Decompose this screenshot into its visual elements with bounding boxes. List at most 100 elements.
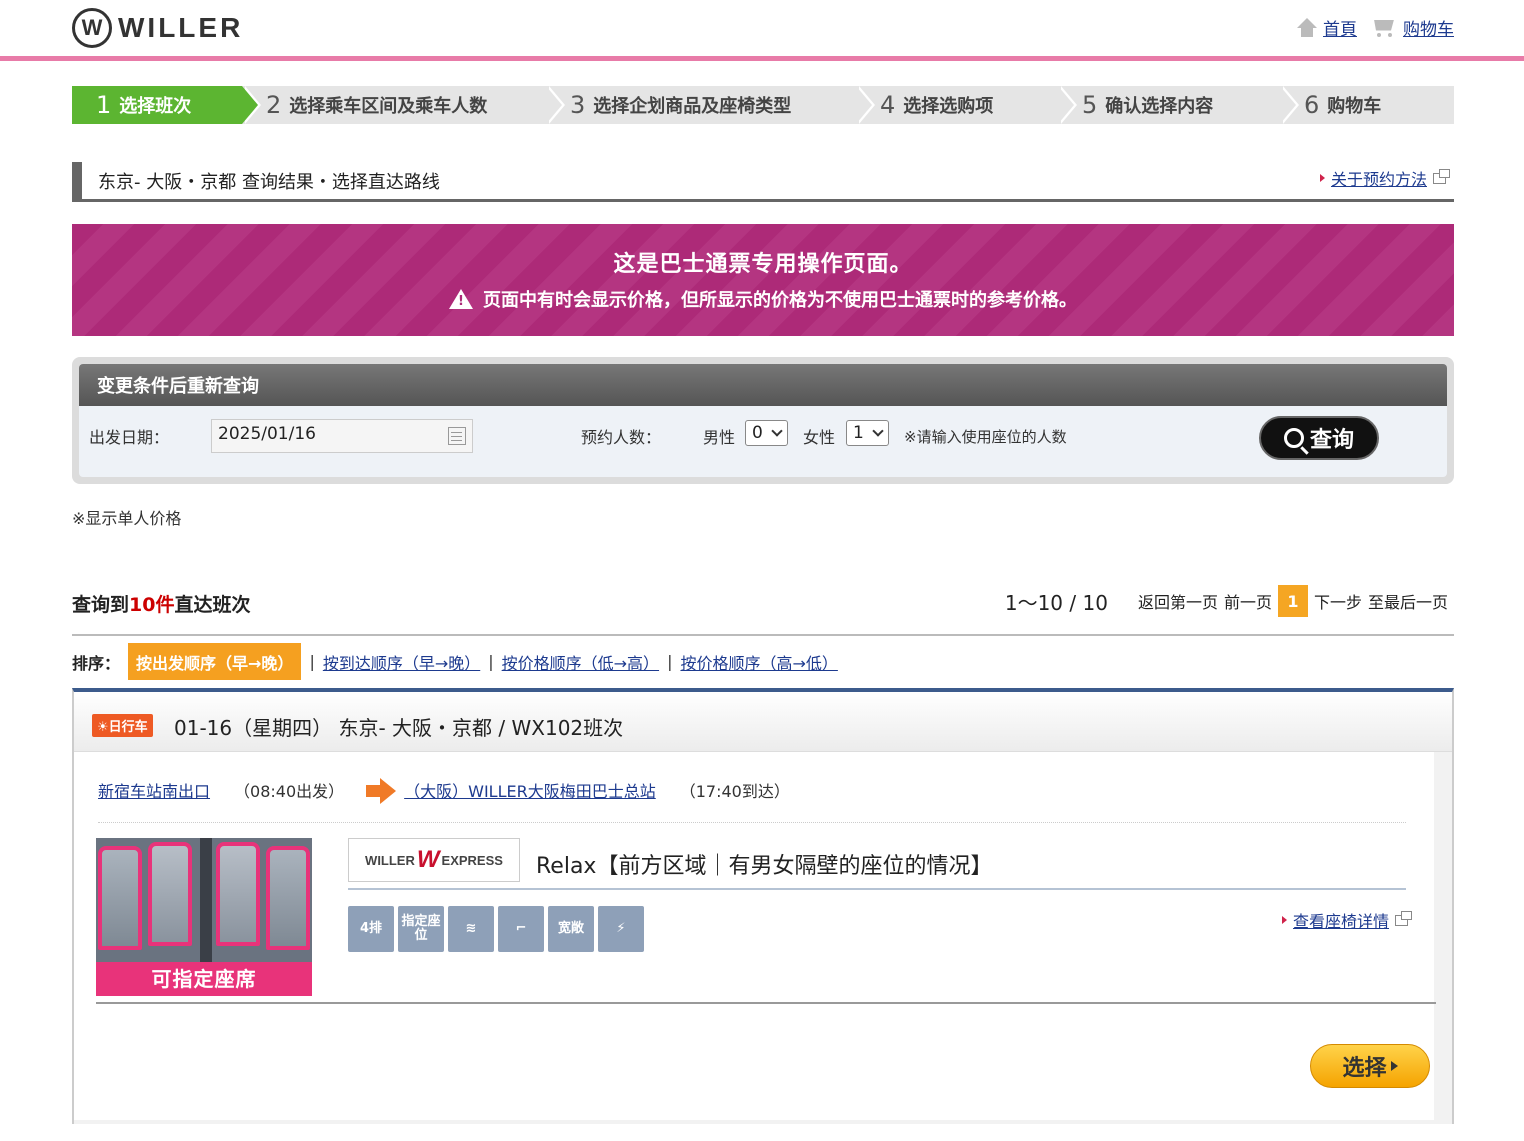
male-label: 男性 bbox=[703, 428, 736, 447]
date-value: 2025/01/16 bbox=[218, 424, 316, 444]
step-4: 4 选择选购项 bbox=[856, 86, 1077, 124]
step-2: 2 选择乘车区间及乘车人数 bbox=[242, 86, 565, 124]
bullet-icon bbox=[1281, 916, 1287, 924]
step-3: 3 选择企划商品及座椅类型 bbox=[546, 86, 875, 124]
cart-link-wrap: 购物车 bbox=[1371, 15, 1454, 40]
pagination: 1～10 / 10 返回第一页 前一页 1 下一步 至最后一页 bbox=[1005, 585, 1448, 617]
sort-price-asc[interactable]: 按价格顺序（低→高） bbox=[502, 650, 659, 674]
sort-arrive-asc[interactable]: 按到达顺序（早→晚） bbox=[323, 650, 480, 674]
banner-heading: 这是巴士通票专用操作页面。 bbox=[613, 252, 913, 277]
four-row-icon: 4排 bbox=[348, 906, 394, 952]
help-link-wrap: 关于预约方法 bbox=[1319, 166, 1450, 190]
last-page-link[interactable]: 至最后一页 bbox=[1368, 589, 1448, 613]
image-caption: 可指定座席 bbox=[96, 962, 312, 996]
site-header: W WILLER 首頁 购物车 bbox=[0, 0, 1524, 56]
first-page-link[interactable]: 返回第一页 bbox=[1138, 589, 1218, 613]
male-count-select[interactable]: 0 bbox=[745, 420, 788, 446]
sort-bar: 排序： 按出发顺序（早→晚） | 按到达顺序（早→晚） | 按价格顺序（低→高）… bbox=[72, 643, 838, 680]
search-panel: 变更条件后重新查询 出发日期： 2025/01/16 预约人数： 男性 0 女性… bbox=[72, 357, 1454, 484]
reclining-seat-icon: ⌐ bbox=[498, 906, 544, 952]
external-window-icon bbox=[1395, 910, 1412, 926]
blanket-icon: ≋ bbox=[448, 906, 494, 952]
search-icon bbox=[1283, 428, 1304, 448]
home-link-wrap: 首頁 bbox=[1297, 15, 1357, 40]
departure-stop-link[interactable]: 新宿车站南出口 bbox=[98, 778, 210, 802]
step-1: 1 选择班次 bbox=[72, 86, 261, 124]
select-button-label: 选择 bbox=[1342, 1056, 1387, 1081]
plan-name: Relax【前方区域｜有男女隔壁的座位的情况】 bbox=[536, 854, 993, 879]
chevron-down-icon bbox=[872, 425, 884, 437]
trip-card-header: ☀日行车 01-16（星期四） 东京- 大阪・京都 / WX102班次 bbox=[74, 692, 1452, 752]
arrival-time: （17:40到达） bbox=[679, 782, 790, 801]
search-row: 出发日期： 2025/01/16 预约人数： 男性 0 女性 1 ※请输入使用座… bbox=[79, 410, 1447, 460]
sort-depart-asc[interactable]: 按出发顺序（早→晚） bbox=[128, 643, 302, 680]
step-label: 购物车 bbox=[1327, 96, 1382, 117]
trip-card-body: 新宿车站南出口 （08:40出发） （大阪）WILLER大阪梅田巴士总站 （17… bbox=[74, 752, 1452, 1124]
home-link[interactable]: 首頁 bbox=[1323, 15, 1357, 40]
search-button-label: 查询 bbox=[1309, 428, 1354, 453]
trip-title: 01-16（星期四） 东京- 大阪・京都 / WX102班次 bbox=[174, 716, 624, 740]
step-label: 选择乘车区间及乘车人数 bbox=[289, 96, 488, 117]
bullet-icon bbox=[1319, 174, 1325, 182]
chevron-down-icon bbox=[771, 425, 783, 437]
result-number: 10件 bbox=[129, 594, 175, 616]
calendar-icon[interactable] bbox=[448, 427, 466, 445]
progress-steps: 1 选择班次 2 选择乘车区间及乘车人数 3 选择企划商品及座椅类型 4 选择选… bbox=[72, 86, 1454, 124]
reservation-help-link[interactable]: 关于预约方法 bbox=[1331, 166, 1427, 190]
departure-date-input[interactable]: 2025/01/16 bbox=[211, 419, 473, 453]
step-number: 1 bbox=[96, 91, 112, 119]
result-range: 1～10 / 10 bbox=[1004, 590, 1108, 615]
step-number: 5 bbox=[1082, 91, 1098, 119]
seat-detail-link[interactable]: 查看座椅详情 bbox=[1293, 908, 1389, 932]
date-label: 出发日期： bbox=[89, 428, 170, 447]
female-count-value: 1 bbox=[853, 423, 864, 443]
banner-note: 页面中有时会显示价格，但所显示的价格为不使用巴士通票时的参考价格。 bbox=[483, 290, 1077, 311]
willer-logo[interactable]: W WILLER bbox=[72, 8, 243, 48]
trip-card: ☀日行车 01-16（星期四） 东京- 大阪・京都 / WX102班次 新宿车站… bbox=[72, 688, 1454, 1124]
prev-page-link[interactable]: 前一页 bbox=[1224, 589, 1272, 613]
seat-detail-link-wrap: 查看座椅详情 bbox=[1281, 908, 1412, 932]
step-5: 5 确认选择内容 bbox=[1058, 86, 1299, 124]
cart-link[interactable]: 购物车 bbox=[1403, 15, 1454, 40]
step-label: 选择选购项 bbox=[903, 96, 994, 117]
search-button[interactable]: 查询 bbox=[1259, 416, 1379, 460]
plan-divider bbox=[348, 888, 1406, 890]
logo-mark: W bbox=[72, 8, 112, 48]
home-icon bbox=[1297, 17, 1317, 38]
feature-icons: 4排 指定座位 ≋ ⌐ 宽敞 ⚡ bbox=[348, 906, 644, 952]
step-number: 6 bbox=[1304, 91, 1320, 119]
header-links: 首頁 购物车 bbox=[1297, 15, 1454, 40]
people-label: 预约人数： bbox=[581, 428, 662, 447]
step-number: 2 bbox=[266, 91, 282, 119]
price-note: ※显示单人价格 bbox=[72, 509, 182, 528]
step-number: 4 bbox=[880, 91, 896, 119]
reserved-seat-icon: 指定座位 bbox=[398, 906, 444, 952]
step-label: 确认选择内容 bbox=[1105, 96, 1214, 117]
female-count-select[interactable]: 1 bbox=[846, 420, 889, 446]
step-number: 3 bbox=[570, 91, 586, 119]
people-note: ※请输入使用座位的人数 bbox=[904, 428, 1067, 446]
arrow-right-icon bbox=[1390, 1061, 1398, 1071]
trip-card-content: 新宿车站南出口 （08:40出发） （大阪）WILLER大阪梅田巴士总站 （17… bbox=[74, 752, 1436, 1120]
cart-icon bbox=[1371, 18, 1397, 38]
male-count-value: 0 bbox=[752, 423, 763, 443]
step-label: 选择班次 bbox=[119, 96, 192, 117]
search-panel-inner: 变更条件后重新查询 出发日期： 2025/01/16 预约人数： 男性 0 女性… bbox=[79, 364, 1447, 477]
page-title-bar: 东京- 大阪・京都 查询结果・选择直达路线 关于预约方法 bbox=[72, 160, 1454, 202]
step-label: 选择企划商品及座椅类型 bbox=[593, 96, 792, 117]
sort-price-desc[interactable]: 按价格顺序（高→低） bbox=[680, 650, 837, 674]
card-divider bbox=[96, 1002, 1436, 1004]
select-trip-button[interactable]: 选择 bbox=[1310, 1044, 1430, 1088]
results-divider bbox=[72, 634, 1454, 636]
next-page-link[interactable]: 下一步 bbox=[1314, 589, 1362, 613]
departure-time: （08:40出发） bbox=[234, 782, 345, 801]
bus-seat-image: 可指定座席 bbox=[96, 838, 312, 996]
step-6: 6 购物车 bbox=[1280, 86, 1454, 124]
logo-text: WILLER bbox=[118, 12, 244, 43]
wide-seat-icon: 宽敞 bbox=[548, 906, 594, 952]
result-count: 查询到10件直达班次 bbox=[72, 594, 251, 616]
banner-subline: ! 页面中有时会显示价格，但所显示的价格为不使用巴士通票时的参考价格。 bbox=[72, 286, 1454, 312]
title-accent bbox=[72, 162, 82, 200]
bus-pass-notice-banner: 这是巴士通票专用操作页面。 ! 页面中有时会显示价格，但所显示的价格为不使用巴士… bbox=[72, 224, 1454, 336]
arrival-stop-link[interactable]: （大阪）WILLER大阪梅田巴士总站 bbox=[404, 778, 656, 802]
